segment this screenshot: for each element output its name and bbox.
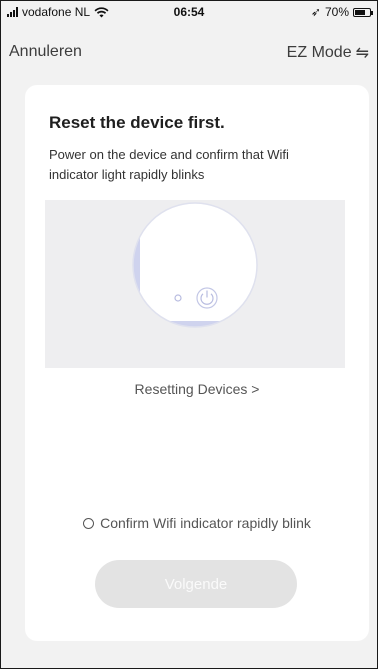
status-bar: vodafone NL 06:54 ➶ 70% — [1, 1, 377, 23]
navigation-bar: Annuleren EZ Mode ⇋ — [1, 39, 377, 65]
battery-tip — [371, 10, 373, 15]
reset-card: Reset the device first. Power on the dev… — [25, 85, 369, 641]
cancel-button[interactable]: Annuleren — [9, 43, 82, 61]
card-description: Power on the device and confirm that Wif… — [49, 147, 289, 182]
battery-icon — [353, 7, 373, 17]
battery-fill — [355, 9, 365, 15]
status-right: ➶ 70% — [310, 5, 373, 19]
phone-screen: vodafone NL 06:54 ➶ 70% Annuleren EZ Mod… — [0, 0, 378, 669]
device-face — [140, 203, 257, 321]
location-arrow-icon: ➶ — [310, 5, 321, 19]
swap-icon: ⇋ — [355, 45, 369, 62]
device-illustration — [45, 200, 345, 368]
battery-percent: 70% — [324, 5, 349, 19]
radio-icon[interactable] — [83, 517, 95, 529]
device-illustration-svg — [132, 202, 258, 328]
card-title: Reset the device first. — [49, 113, 225, 132]
confirm-label: Confirm Wifi indicator rapidly blink — [100, 515, 311, 531]
ez-mode-button[interactable]: EZ Mode ⇋ — [287, 43, 369, 63]
ez-mode-label: EZ Mode — [286, 44, 352, 61]
confirm-checkbox[interactable]: Confirm Wifi indicator rapidly blink — [25, 515, 369, 531]
resetting-devices-link[interactable]: Resetting Devices > — [25, 381, 369, 397]
next-button[interactable]: Volgende — [95, 560, 297, 608]
